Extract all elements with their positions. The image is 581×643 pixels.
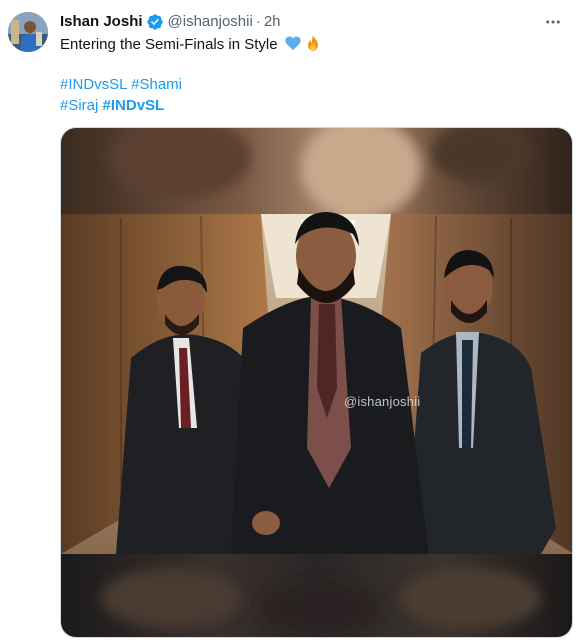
separator-dot: · (255, 13, 261, 30)
avatar[interactable] (8, 12, 48, 52)
author-handle[interactable]: @ishanjoshii (168, 12, 253, 32)
hashtag-indvsl[interactable]: #INDvSL (103, 97, 165, 114)
tweet-text-line-2: #INDvsSL #Shami (60, 74, 561, 95)
more-options-button[interactable] (539, 8, 567, 36)
hashtag-siraj[interactable]: #Siraj (60, 97, 98, 114)
image-watermark: @ishanjoshii (344, 394, 421, 409)
avatar-image (8, 12, 48, 52)
fire-icon (304, 34, 322, 58)
tweet-text-line-3: #Siraj #INDvSL (60, 95, 561, 116)
author-name[interactable]: Ishan Joshi (60, 12, 143, 32)
more-horizontal-icon (546, 20, 560, 24)
media-photo (61, 128, 572, 637)
timestamp[interactable]: 2h (264, 12, 281, 32)
tweet-media-image[interactable]: @ishanjoshii (60, 127, 573, 638)
tweet-text-line-1: Entering the Semi-Finals in Style (60, 34, 561, 55)
hashtag-indvssl[interactable]: #INDvsSL (60, 76, 127, 93)
tweet-text: Entering the Semi-Finals in Style #INDvs… (60, 34, 561, 116)
hashtag-shami[interactable]: #Shami (131, 76, 182, 93)
tweet-header: Ishan Joshi @ishanjoshii · 2h (60, 11, 541, 33)
tweet-caption: Entering the Semi-Finals in Style (60, 36, 278, 53)
blue-heart-icon (284, 34, 302, 58)
verified-badge-icon (146, 13, 164, 31)
tweet: Ishan Joshi @ishanjoshii · 2h Entering t… (0, 0, 581, 643)
